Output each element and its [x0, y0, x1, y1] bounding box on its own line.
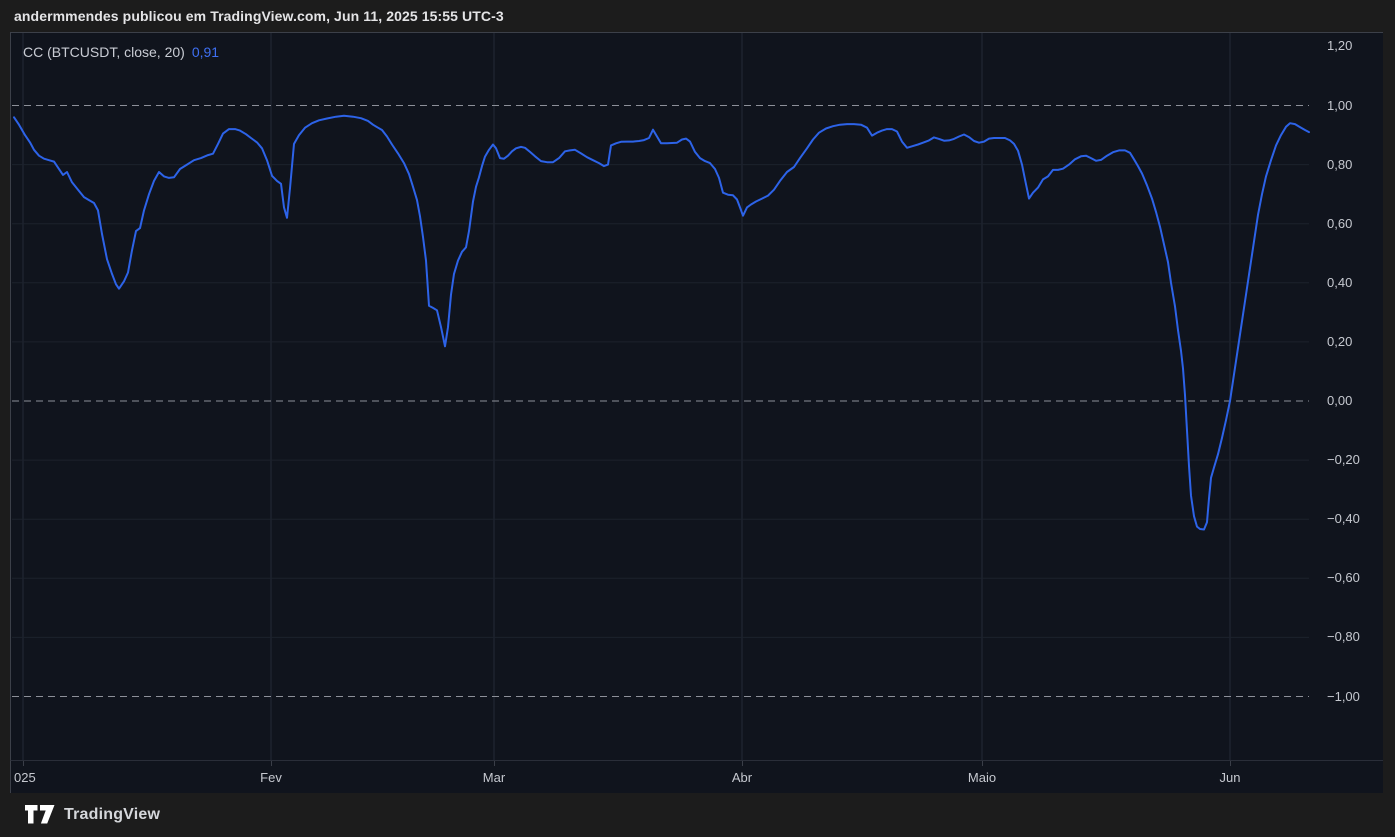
price-axis-label: 0,20 [1327, 334, 1353, 349]
price-axis-label: 0,80 [1327, 157, 1353, 172]
price-axis-label: −0,40 [1327, 511, 1360, 526]
time-axis-label: 025 [14, 770, 36, 785]
price-axis-label: 1,00 [1327, 98, 1353, 113]
indicator-value: 0,91 [191, 44, 220, 60]
footer-bar: TradingView [0, 793, 1395, 837]
price-axis-label: 1,20 [1327, 38, 1353, 53]
tradingview-logo[interactable]: TradingView [25, 805, 160, 824]
indicator-legend[interactable]: CC (BTCUSDT, close, 20) 0,91 [23, 44, 219, 60]
header-bar: andermmendes publicou em TradingView.com… [0, 0, 1395, 32]
time-axis-tick [23, 761, 24, 766]
time-axis-tick [494, 761, 495, 766]
publish-info-text: andermmendes publicou em TradingView.com… [14, 8, 504, 24]
correlation-line [13, 114, 1310, 531]
tradingview-logo-text: TradingView [64, 805, 161, 823]
price-axis-label: 0,60 [1327, 216, 1353, 231]
time-axis[interactable]: 025 Fev Mar Abr Maio Jun [10, 760, 1383, 793]
indicator-title: CC (BTCUSDT, close, 20) [23, 44, 185, 60]
price-axis-label: −0,20 [1327, 452, 1360, 467]
price-axis-label: −0,60 [1327, 570, 1360, 585]
price-axis-label: 0,00 [1327, 393, 1353, 408]
price-axis-label: 0,40 [1327, 275, 1353, 290]
time-axis-tick [1230, 761, 1231, 766]
price-axis-label: −1,00 [1327, 689, 1360, 704]
price-axis-label: −0,80 [1327, 629, 1360, 644]
screen: andermmendes publicou em TradingView.com… [0, 0, 1395, 837]
time-axis-tick [271, 761, 272, 766]
chart-plot-area[interactable] [11, 33, 1384, 761]
time-axis-tick [982, 761, 983, 766]
chart-pane[interactable]: CC (BTCUSDT, close, 20) 0,91 1,20 1,00 0,80… [10, 32, 1384, 761]
time-axis-tick [742, 761, 743, 766]
tradingview-logo-icon [25, 805, 55, 824]
